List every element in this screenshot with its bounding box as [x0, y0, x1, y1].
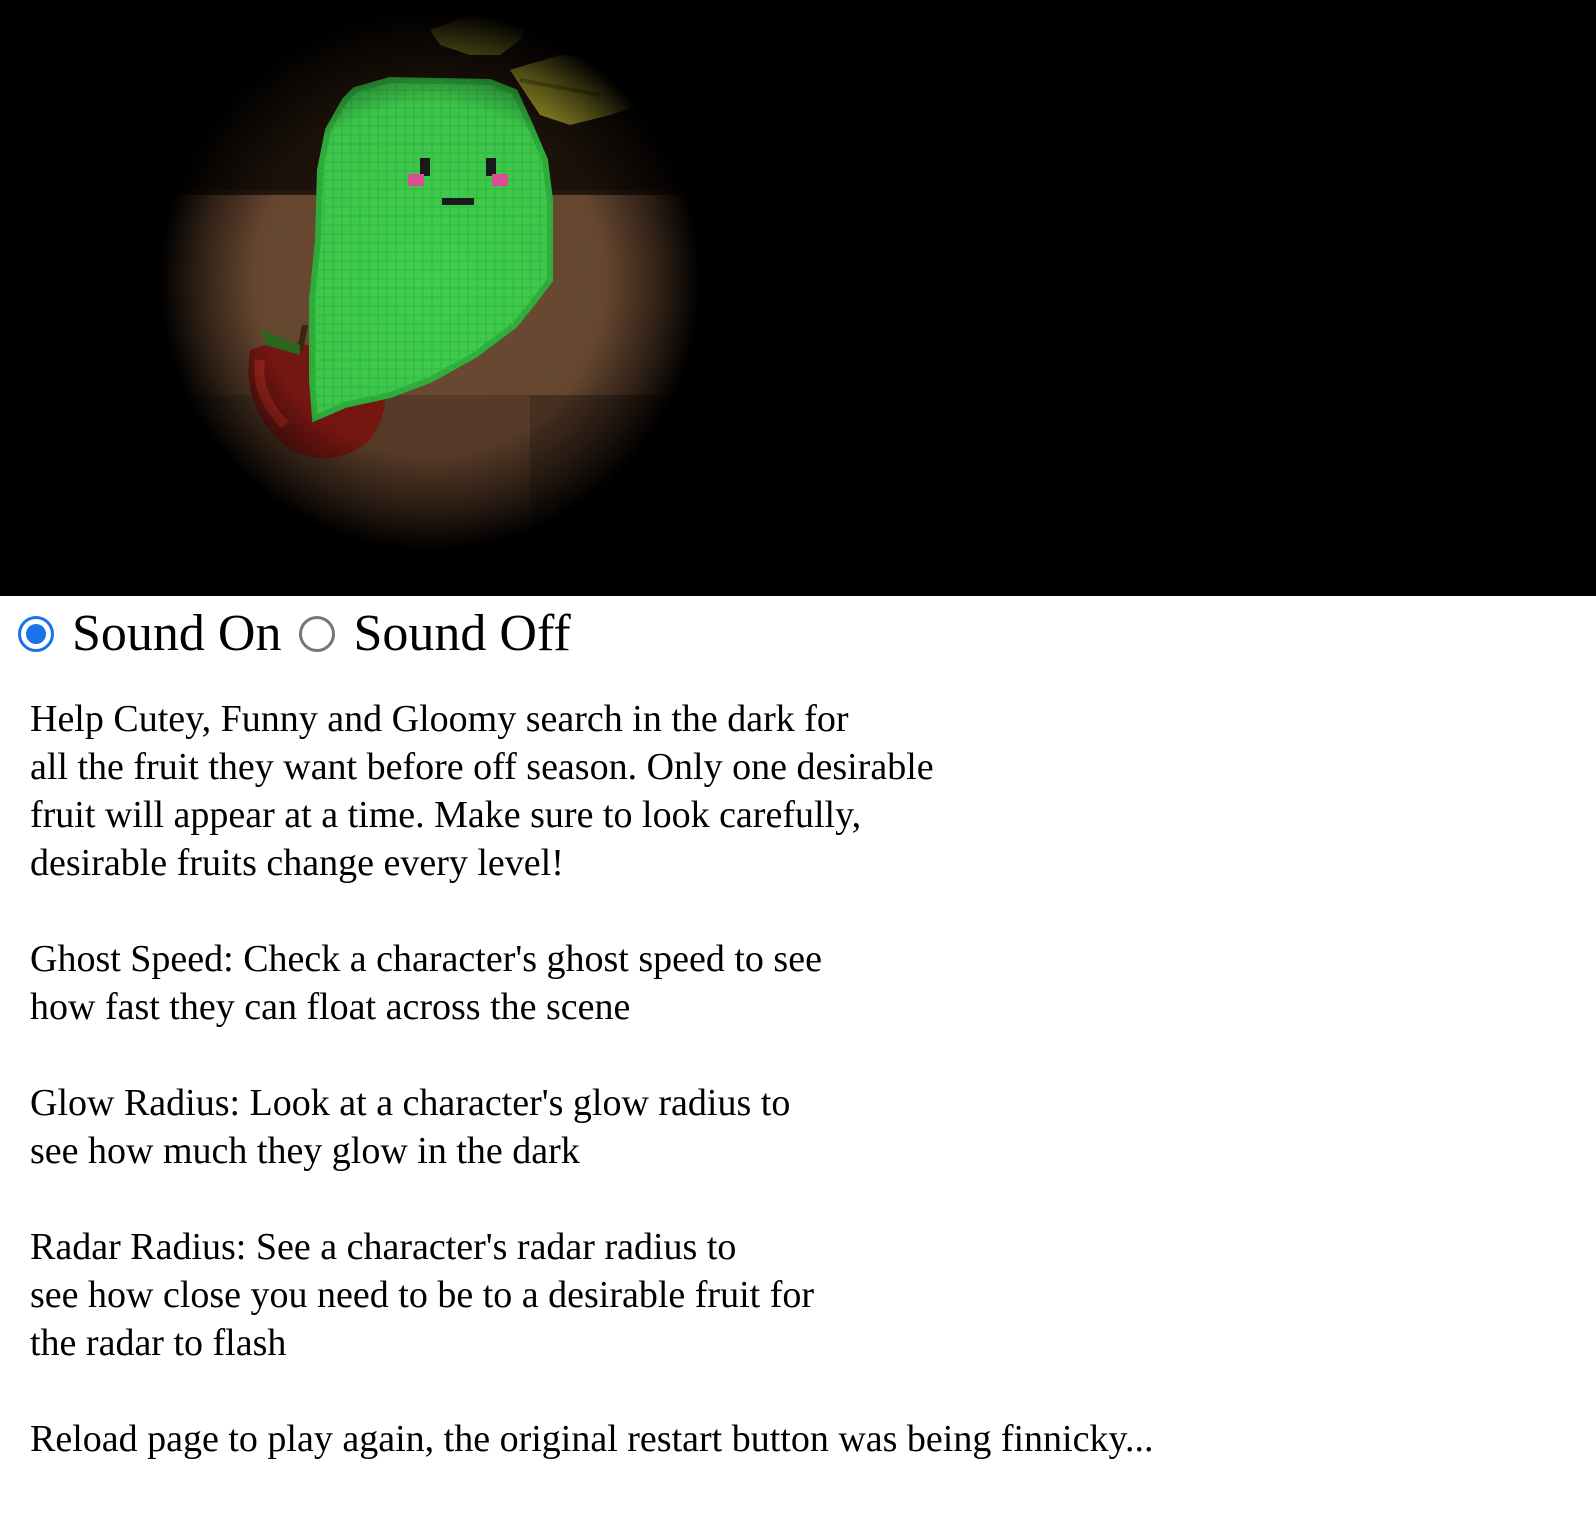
intro-line: desirable fruits change every level!	[30, 842, 564, 884]
glow-radius-line: Glow Radius: Look at a character's glow …	[30, 1082, 791, 1124]
darkness-overlay	[0, 0, 1596, 596]
intro-paragraph: Help Cutey, Funny and Gloomy search in t…	[30, 695, 1530, 887]
sound-off-label[interactable]: Sound Off	[353, 604, 570, 664]
ghost-speed-paragraph: Ghost Speed: Check a character's ghost s…	[30, 935, 1530, 1031]
intro-line: Help Cutey, Funny and Gloomy search in t…	[30, 698, 849, 740]
glow-radius-line: see how much they glow in the dark	[30, 1130, 580, 1172]
radar-radius-line: the radar to flash	[30, 1322, 287, 1364]
reload-note-text: Reload page to play again, the original …	[30, 1418, 1154, 1460]
instructions: Help Cutey, Funny and Gloomy search in t…	[30, 695, 1530, 1511]
sound-on-radio[interactable]	[18, 616, 54, 652]
ghost-speed-line: how fast they can float across the scene	[30, 986, 631, 1028]
reload-note: Reload page to play again, the original …	[30, 1415, 1530, 1463]
radar-radius-line: see how close you need to be to a desira…	[30, 1274, 815, 1316]
intro-line: all the fruit they want before off seaso…	[30, 746, 934, 788]
radar-radius-line: Radar Radius: See a character's radar ra…	[30, 1226, 737, 1268]
game-canvas[interactable]	[0, 0, 1596, 596]
sound-on-label[interactable]: Sound On	[72, 604, 281, 664]
sound-off-radio[interactable]	[299, 616, 336, 652]
intro-line: fruit will appear at a time. Make sure t…	[30, 794, 862, 836]
sound-toggle-group: Sound On Sound Off	[18, 604, 589, 664]
ghost-speed-line: Ghost Speed: Check a character's ghost s…	[30, 938, 822, 980]
radar-radius-paragraph: Radar Radius: See a character's radar ra…	[30, 1223, 1530, 1367]
glow-radius-paragraph: Glow Radius: Look at a character's glow …	[30, 1079, 1530, 1175]
